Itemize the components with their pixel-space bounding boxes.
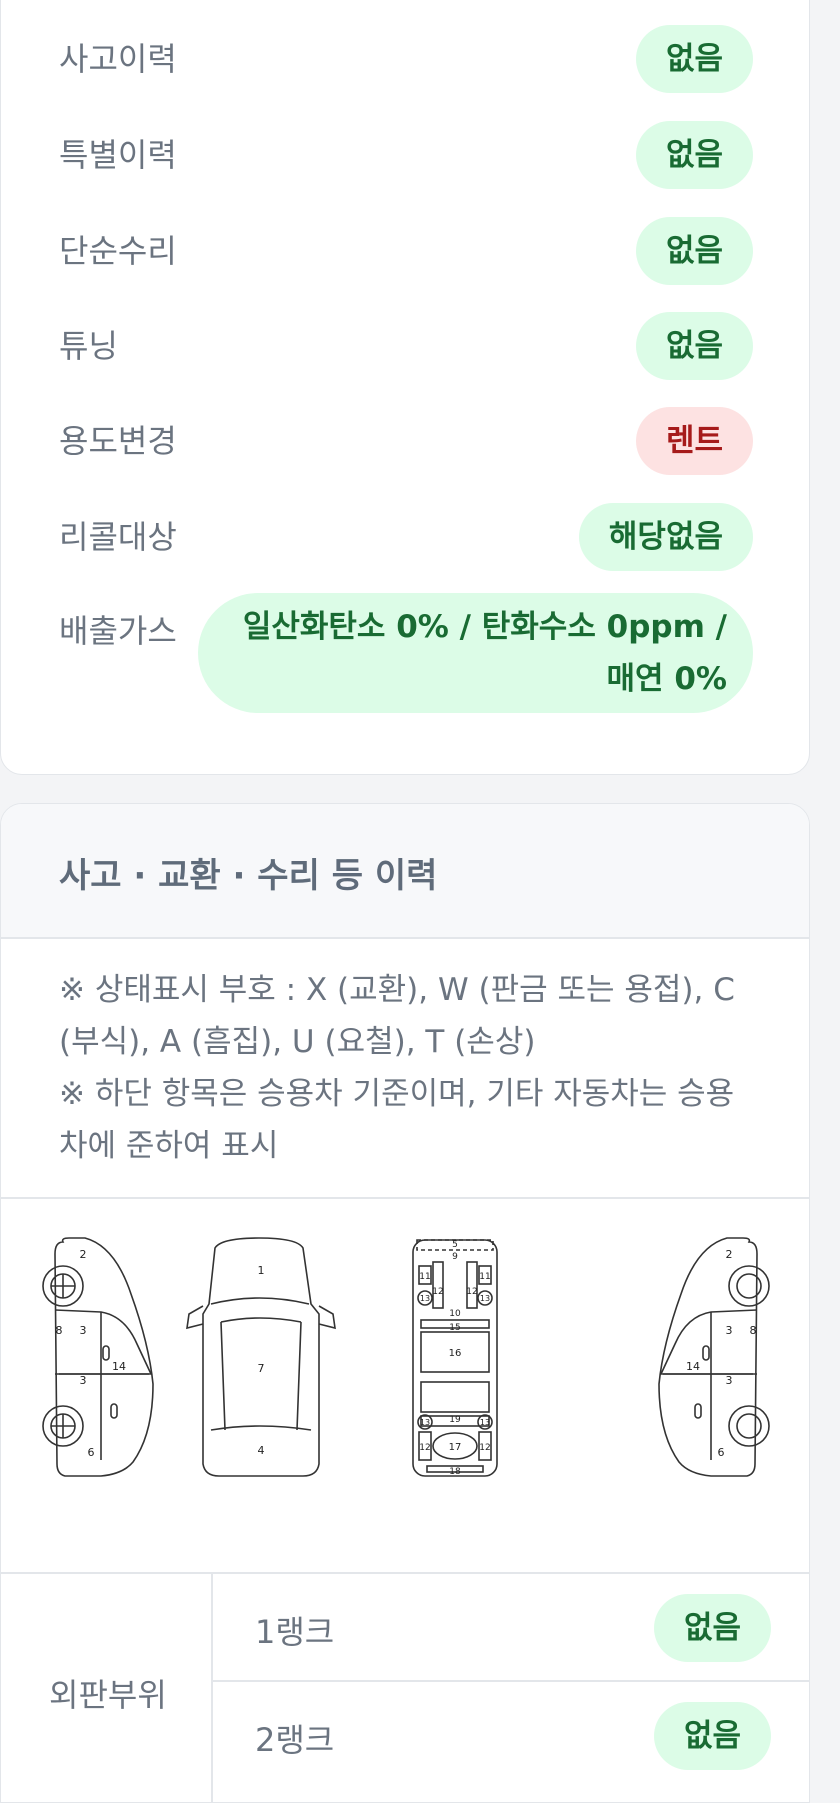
part-label: 19: [449, 1415, 461, 1425]
part-label: 14: [686, 1360, 700, 1373]
part-label: 13: [420, 1418, 430, 1427]
part-label: 14: [112, 1360, 126, 1373]
part-label: 11: [419, 1272, 430, 1282]
part-label: 3: [726, 1374, 733, 1387]
part-label: 6: [718, 1446, 725, 1459]
part-label: 11: [479, 1272, 490, 1282]
rank-row-2: 2랭크 없음: [213, 1682, 809, 1788]
status-badge: 없음: [635, 217, 753, 285]
history-label: 단순수리: [59, 232, 177, 270]
left-front-wheel-icon: [42, 1265, 84, 1307]
history-label: 사고이력: [59, 40, 177, 78]
part-label: 1: [258, 1264, 265, 1277]
history-label: 배출가스: [59, 612, 177, 650]
part-label: 9: [452, 1252, 458, 1262]
rank-row-1: 1랭크 없음: [213, 1574, 809, 1680]
part-label: 8: [56, 1324, 63, 1337]
legend-notes: ※ 상태표시 부호 : X (교환), W (판금 또는 용접), C (부식)…: [59, 964, 739, 1172]
part-label: 12: [432, 1287, 443, 1297]
part-label: 18: [449, 1467, 461, 1477]
status-badge: 없음: [635, 121, 753, 189]
part-label: 17: [449, 1442, 462, 1453]
part-label: 12: [419, 1443, 430, 1453]
part-label: 13: [480, 1418, 490, 1427]
outer-panel-label: 외판부위: [49, 1676, 167, 1714]
status-badge: 없음: [635, 25, 753, 93]
part-label: 5: [452, 1240, 458, 1250]
status-badge: 해당없음: [578, 503, 753, 571]
history-label: 특별이력: [59, 136, 177, 174]
part-label: 7: [258, 1362, 265, 1375]
part-label: 12: [466, 1287, 477, 1297]
part-label: 15: [449, 1323, 460, 1333]
car-parts-diagram: 2 8 3 3 14 6 1 7 4 5 9 11 11 12 12 13 13…: [42, 1237, 770, 1477]
part-label: 3: [80, 1324, 87, 1337]
section-title: 사고 · 교환 · 수리 등 이력: [59, 856, 438, 896]
car-side-left-outline: [54, 1237, 154, 1477]
history-label: 용도변경: [59, 422, 177, 460]
part-label: 3: [726, 1324, 733, 1337]
status-badge: 없음: [653, 1702, 771, 1770]
part-label: 16: [449, 1348, 462, 1359]
part-label: 6: [88, 1446, 95, 1459]
rank-label: 1랭크: [255, 1613, 335, 1651]
part-label: 3: [80, 1374, 87, 1387]
section-header: 사고 · 교환 · 수리 등 이력: [1, 804, 809, 939]
emission-badge: 일산화탄소 0% / 탄화수소 0ppm / 매연 0%: [198, 593, 753, 713]
history-label: 리콜대상: [59, 518, 177, 556]
note-symbols: ※ 상태표시 부호 : X (교환), W (판금 또는 용접), C (부식)…: [59, 972, 735, 1060]
part-label: 4: [258, 1444, 265, 1457]
status-badge: 렌트: [635, 407, 753, 475]
part-label: 13: [480, 1294, 490, 1303]
part-label: 2: [726, 1248, 733, 1261]
repair-history-card: 사고 · 교환 · 수리 등 이력 ※ 상태표시 부호 : X (교환), W …: [0, 803, 810, 1803]
part-label: 2: [80, 1248, 87, 1261]
note-standard: ※ 하단 항목은 승용차 기준이며, 기타 자동차는 승용차에 준하여 표시: [59, 1076, 735, 1164]
status-badge: 없음: [635, 312, 753, 380]
status-badge: 없음: [653, 1594, 771, 1662]
left-rear-wheel-icon: [42, 1405, 84, 1447]
part-label: 13: [420, 1294, 430, 1303]
history-label: 튜닝: [59, 327, 118, 365]
rank-label: 2랭크: [255, 1721, 335, 1759]
divider: [1, 1197, 809, 1199]
outer-panel-group: 외판부위: [1, 1574, 213, 1802]
car-side-right-outline: [658, 1237, 770, 1477]
part-label: 10: [449, 1309, 461, 1319]
part-label: 8: [750, 1324, 757, 1337]
outer-panel-table: 외판부위 1랭크 없음 2랭크 없음: [1, 1574, 809, 1802]
vehicle-history-card: 사고이력 없음 특별이력 없음 단순수리 없음 튜닝 없음 용도변경 렌트 리콜…: [0, 0, 810, 775]
part-label: 12: [479, 1443, 490, 1453]
